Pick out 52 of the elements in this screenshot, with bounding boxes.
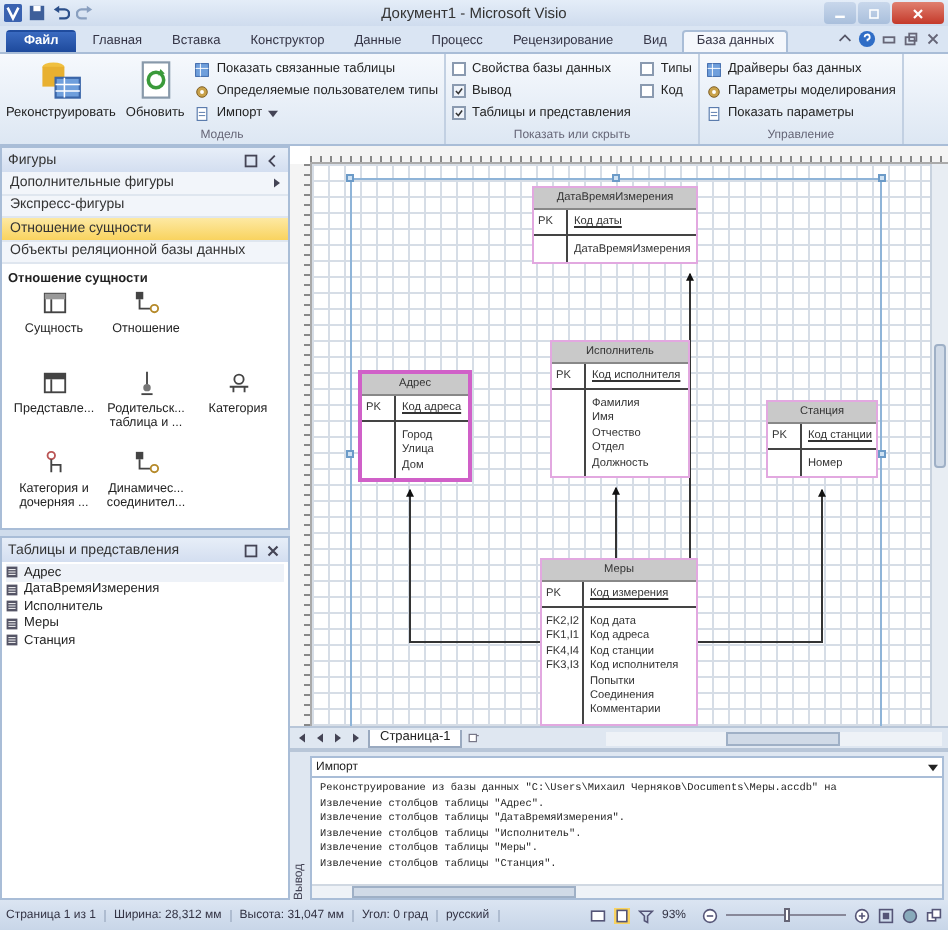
maximize-icon (866, 5, 882, 21)
table-icon (6, 634, 18, 647)
table-icon (194, 61, 211, 77)
checkbox-square[interactable] (452, 106, 467, 120)
document-icon (194, 105, 211, 121)
selection-handle[interactable] (612, 174, 620, 182)
zoom-out-icon[interactable] (702, 907, 718, 923)
shape-icon (225, 370, 251, 396)
relationship-connector (612, 486, 620, 559)
shape-icon (41, 290, 67, 316)
checkbox-square[interactable] (640, 84, 655, 98)
shape-icon (41, 370, 67, 396)
shape-icon (133, 290, 159, 316)
undo-icon[interactable] (52, 4, 70, 22)
table-icon (705, 61, 722, 77)
close-icon (910, 5, 926, 21)
document-icon (705, 105, 722, 121)
page-view-icon[interactable] (613, 907, 630, 923)
table-icon (6, 600, 18, 613)
selection-handle[interactable] (878, 174, 886, 182)
pin-icon[interactable] (242, 541, 260, 559)
table-icon (6, 617, 18, 630)
vertical-scrollbar[interactable] (930, 164, 948, 726)
checkbox-square[interactable] (452, 62, 467, 76)
filter-icon[interactable] (637, 907, 654, 923)
save-icon[interactable] (28, 4, 46, 22)
fit-page-icon[interactable] (878, 907, 894, 923)
restore-icon[interactable] (902, 30, 920, 48)
horizontal-scrollbar[interactable] (312, 884, 942, 898)
shape-icon (133, 450, 159, 476)
close-icon[interactable] (264, 541, 282, 559)
selection-handle[interactable] (878, 450, 886, 458)
table-icon (6, 566, 18, 579)
horizontal-scrollbar[interactable] (606, 731, 942, 745)
zoom-in-icon[interactable] (854, 907, 870, 923)
checkbox-square[interactable] (640, 62, 655, 76)
close-icon[interactable] (924, 30, 942, 48)
minimize-icon[interactable] (880, 30, 898, 48)
presentation-icon[interactable] (589, 907, 606, 923)
visio-logo-icon[interactable] (4, 4, 22, 22)
selection-handle[interactable] (346, 450, 354, 458)
caret-icon (928, 763, 938, 771)
insert-page-icon[interactable] (468, 732, 481, 744)
database-table-icon (38, 58, 83, 102)
help-icon[interactable] (858, 30, 876, 48)
pin-icon[interactable] (242, 151, 260, 169)
switch-windows-icon[interactable] (926, 907, 942, 923)
shape-icon (41, 450, 67, 476)
selection-handle[interactable] (346, 174, 354, 182)
close-button[interactable] (892, 2, 944, 24)
table-icon (6, 583, 18, 596)
checkbox-square[interactable] (452, 84, 467, 98)
